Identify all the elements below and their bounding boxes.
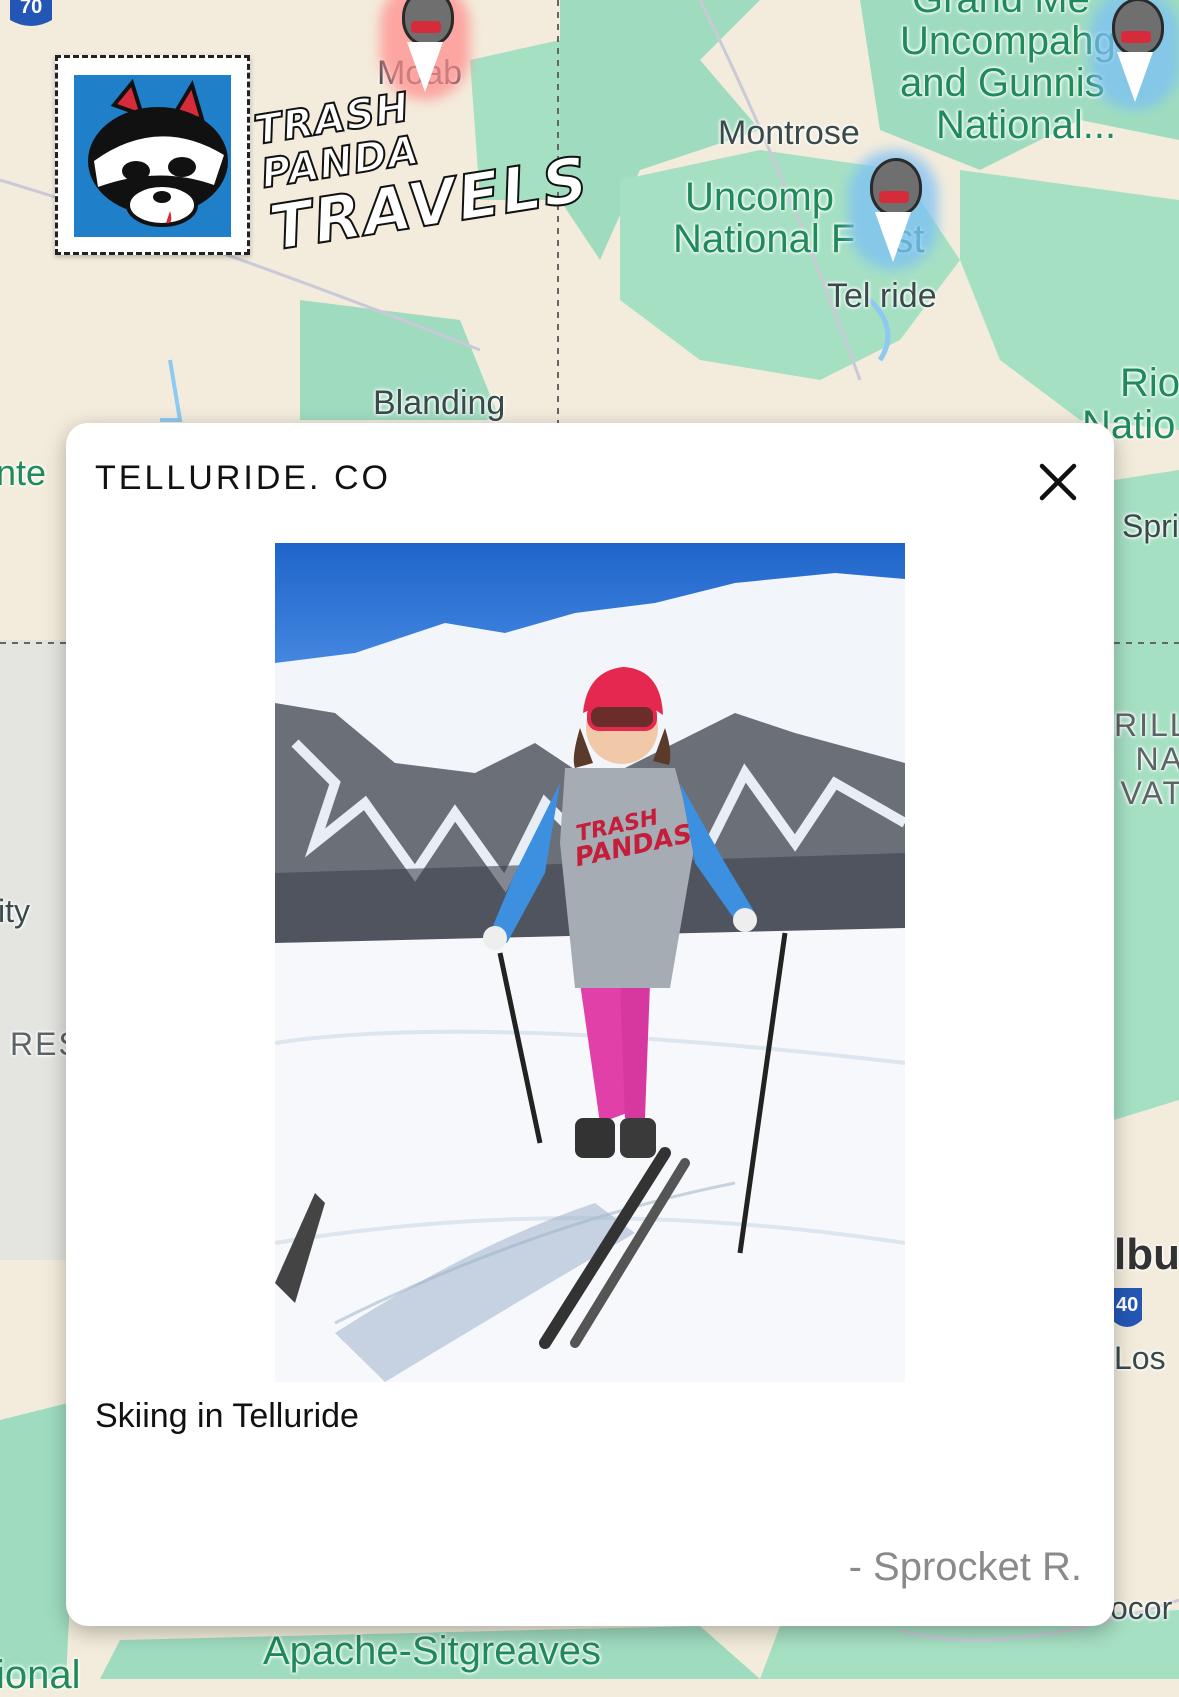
popup-photo: TRASH PANDAS bbox=[275, 543, 905, 1382]
photo-author: - Sprocket R. bbox=[848, 1545, 1082, 1589]
map-label-rill: RILL NA VAT bbox=[1114, 707, 1179, 811]
map-label-ional: ional bbox=[0, 1653, 81, 1697]
map-pin-gunnison[interactable] bbox=[1090, 0, 1179, 110]
logo-stamp[interactable] bbox=[55, 55, 250, 255]
map-pin-telluride[interactable] bbox=[848, 150, 938, 270]
map-label-los: Los bbox=[1114, 1340, 1166, 1376]
highway-70-label: 70 bbox=[20, 0, 43, 18]
highway-40-label: 40 bbox=[1116, 1294, 1139, 1316]
map-label-montrose: Montrose bbox=[718, 114, 860, 152]
map-label-apache: Apache-Sitgreaves bbox=[263, 1629, 601, 1673]
location-popup: TELLURIDE. CO TRASH PANDAS Skiing in Tel… bbox=[66, 423, 1114, 1626]
popup-title: TELLURIDE. CO bbox=[95, 459, 391, 497]
photo-caption: Skiing in Telluride bbox=[95, 1397, 359, 1435]
map-label-spri: Spri bbox=[1122, 508, 1179, 544]
close-button[interactable] bbox=[1033, 457, 1083, 507]
map-label-uncompahgre-gunnison: Grand Me Uncompahg and Gunnis National..… bbox=[900, 0, 1117, 147]
map-label-telluride: Tel ride bbox=[827, 277, 937, 315]
map-label-ite: nte bbox=[0, 452, 47, 493]
map-label-albu: lbu bbox=[1114, 1230, 1179, 1279]
map-label-blanding: Blanding bbox=[373, 384, 506, 422]
close-icon bbox=[1039, 463, 1077, 501]
map-label-ity: ity bbox=[0, 893, 30, 929]
raccoon-logo-icon bbox=[74, 75, 231, 237]
map-label-ocor: ocor bbox=[1110, 1590, 1173, 1626]
